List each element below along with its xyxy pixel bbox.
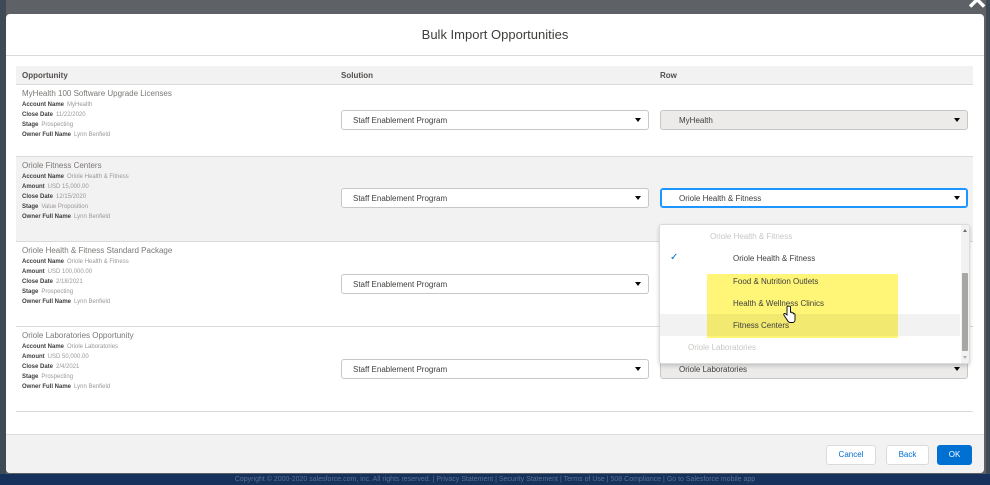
solution-select[interactable]: Staff Enablement Program [341,188,649,208]
scrollbar-thumb[interactable] [962,273,968,351]
modal-footer: Cancel Back OK [6,434,984,473]
opportunity-name: MyHealth 100 Software Upgrade Licenses [22,89,172,98]
chevron-down-icon [635,367,641,371]
solution-select[interactable]: Staff Enablement Program [341,359,649,379]
field-stage: Stage Value Proposition [22,204,88,210]
checkmark-icon: ✓ [670,252,679,263]
field-amount: Amount USD 100,000.00 [22,269,93,275]
row-select[interactable]: Oriole Health & Fitness [660,188,968,208]
chevron-down-icon [635,196,641,200]
background-app-edge-right [986,0,990,485]
chevron-down-icon [954,367,960,371]
solution-select[interactable]: Staff Enablement Program [341,274,649,294]
field-account-name: Account Name MyHealth [22,102,93,108]
scroll-up-icon[interactable] [963,229,967,232]
table-row: MyHealth 100 Software Upgrade Licenses A… [16,85,973,157]
solution-select[interactable]: Staff Enablement Program [341,110,649,130]
modal-header: Bulk Import Opportunities [6,14,984,56]
dropdown-option-food-nutrition-outlets[interactable]: Food & Nutrition Outlets [660,270,960,292]
field-account-name: Account Name Oriole Health & Fitness [22,174,129,180]
opportunity-name: Oriole Health & Fitness Standard Package [22,246,173,255]
opportunity-cell: MyHealth 100 Software Upgrade Licenses A… [22,88,332,140]
chevron-down-icon [954,196,960,200]
table-header: Opportunity Solution Row [16,66,973,85]
scroll-down-icon[interactable] [963,356,967,359]
chevron-down-icon [635,282,641,286]
modal-title: Bulk Import Opportunities [421,27,569,42]
opportunity-cell: Oriole Laboratories Opportunity Account … [22,330,332,392]
dropdown-scrollbar[interactable] [961,225,969,363]
field-owner: Owner Full Name Lynn Benfield [22,132,111,138]
field-account-name: Account Name Oriole Laboratories [22,344,119,350]
field-close-date: Close Date 2/4/2021 [22,364,80,370]
column-header-opportunity: Opportunity [22,71,68,80]
chevron-down-icon [954,118,960,122]
opportunities-table: Opportunity Solution Row MyHealth 100 So… [16,66,973,412]
opportunity-name: Oriole Fitness Centers [22,161,102,170]
dropdown-option-health-wellness-clinics[interactable]: Health & Wellness Clinics [660,292,960,314]
hand-cursor-icon [783,306,796,323]
field-stage: Stage Prospecting [22,122,74,128]
dropdown-option-group-header: Oriole Health & Fitness [710,232,793,241]
dropdown-option-oriole-health-fitness[interactable]: ✓ Oriole Health & Fitness [660,247,960,269]
close-icon[interactable]: ✕ [966,0,988,13]
dropdown-option-fitness-centers[interactable]: Fitness Centers [660,314,960,336]
page-footer-text: Copyright © 2000-2020 salesforce.com, in… [234,476,756,483]
opportunity-cell: Oriole Health & Fitness Standard Package… [22,245,332,307]
field-stage: Stage Prospecting [22,289,74,295]
field-owner: Owner Full Name Lynn Benfield [22,214,111,220]
field-account-name: Account Name Oriole Health & Fitness [22,259,129,265]
dropdown-option-oriole-laboratories: Oriole Laboratories [688,343,757,352]
back-button[interactable]: Back [886,445,929,465]
ok-button[interactable]: OK [937,445,972,465]
column-header-row: Row [660,71,677,80]
row-dropdown-listbox: Oriole Health & Fitness ✓ Oriole Health … [659,224,970,364]
row-select[interactable]: MyHealth [660,110,968,130]
chevron-down-icon [635,118,641,122]
field-owner: Owner Full Name Lynn Benfield [22,299,111,305]
opportunity-name: Oriole Laboratories Opportunity [22,331,134,340]
field-close-date: Close Date 11/22/2020 [22,112,86,118]
field-stage: Stage Prospecting [22,374,74,380]
field-close-date: Close Date 2/18/2021 [22,279,83,285]
field-close-date: Close Date 12/15/2020 [22,194,87,200]
field-owner: Owner Full Name Lynn Benfield [22,384,111,390]
field-amount: Amount USD 15,000.00 [22,184,89,190]
bulk-import-modal: Bulk Import Opportunities Opportunity So… [6,14,984,473]
column-header-solution: Solution [341,71,373,80]
field-amount: Amount USD 50,000.00 [22,354,89,360]
cancel-button[interactable]: Cancel [826,445,876,465]
opportunity-cell: Oriole Fitness Centers Account Name Oriol… [22,160,332,222]
